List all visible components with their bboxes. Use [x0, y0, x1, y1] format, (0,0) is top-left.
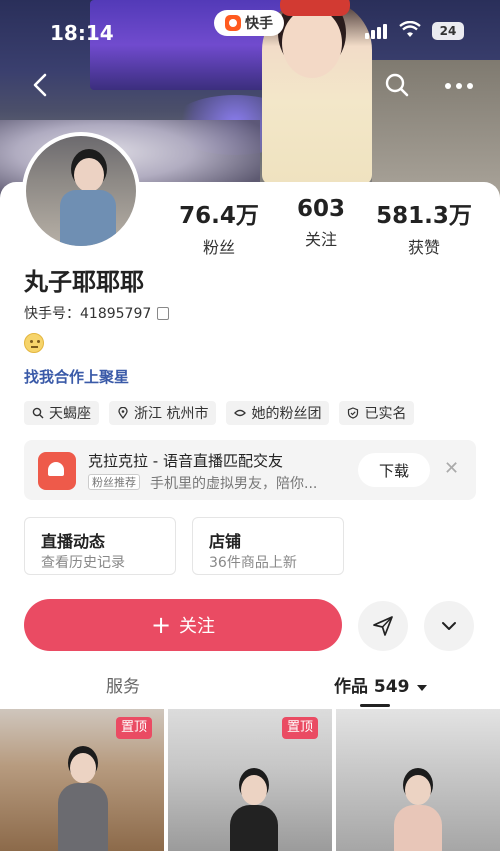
expand-button[interactable]: [424, 601, 474, 651]
stat-fans[interactable]: 76.4万 粉丝: [178, 196, 260, 258]
avatar[interactable]: [22, 132, 140, 250]
video-thumbnail[interactable]: 置顶: [0, 709, 164, 851]
search-icon[interactable]: [384, 72, 410, 98]
cooperation-link[interactable]: 找我合作上聚星: [24, 366, 129, 387]
search-icon: [32, 407, 44, 419]
app-name: 快手: [245, 16, 273, 32]
tag-label: 浙江 杭州市: [134, 406, 209, 422]
video-thumbnail[interactable]: 置顶: [168, 709, 332, 851]
promo-banner[interactable]: 克拉克拉 - 语音直播匹配交友 粉丝推荐 手机里的虚拟男友，陪你... 下载 ✕: [24, 440, 476, 500]
tab-services[interactable]: 服务: [106, 672, 140, 697]
wifi-icon: [399, 21, 421, 37]
smile-emoji-icon: [24, 333, 44, 353]
tag-fan-group[interactable]: 她的粉丝团: [226, 401, 330, 425]
cellular-signal-icon: [365, 24, 387, 39]
avatar-face: [74, 158, 104, 192]
more-options-icon[interactable]: [444, 82, 474, 90]
avatar-body: [60, 190, 116, 246]
follow-label: 关注: [179, 616, 216, 637]
kuaishou-id-text: 快手号：41895797: [24, 306, 152, 322]
box-title: 店铺: [209, 532, 242, 551]
stat-value: 603: [296, 196, 345, 222]
tag-verified[interactable]: 已实名: [339, 401, 415, 425]
active-tab-indicator: [360, 704, 390, 707]
close-icon[interactable]: ✕: [444, 458, 459, 479]
stat-value: 76.4万: [179, 203, 259, 229]
tab-works-label: 作品 549: [334, 677, 410, 697]
promo-app-icon: [38, 452, 76, 490]
app-indicator: 快手: [214, 10, 284, 36]
profile-page: 18:14 快手 24 76.4万 粉丝 603 关注 581.3万 获赞 丸子…: [0, 0, 500, 851]
pinned-badge: 置顶: [282, 717, 319, 739]
tag-label: 她的粉丝团: [251, 406, 322, 422]
video-thumbnail[interactable]: [336, 709, 500, 851]
follow-button[interactable]: + 关注: [24, 599, 342, 651]
box-title: 直播动态: [41, 532, 106, 551]
battery-indicator: 24: [432, 22, 464, 40]
thumbnail-person: [58, 753, 108, 851]
location-icon: [118, 407, 128, 419]
stat-value: 581.3万: [376, 203, 472, 229]
thumbnail-person-head: [405, 775, 431, 805]
profile-tags: 天蝎座 浙江 杭州市 她的粉丝团 已实名: [24, 401, 415, 425]
stat-following[interactable]: 603 关注: [290, 196, 352, 250]
tab-works[interactable]: 作品 549: [334, 672, 428, 697]
box-subtitle: 查看历史记录: [41, 555, 125, 571]
thumbnail-person-head: [241, 775, 267, 805]
back-icon[interactable]: [28, 72, 54, 98]
shop-box[interactable]: 店铺 36件商品上新: [192, 517, 344, 575]
promo-title: 克拉克拉 - 语音直播匹配交友: [88, 452, 283, 470]
pinned-badge: 置顶: [116, 717, 153, 739]
tag-label: 已实名: [364, 406, 407, 422]
stat-label: 粉丝: [202, 238, 235, 257]
status-time: 18:14: [50, 21, 114, 45]
promo-description: 手机里的虚拟男友，陪你...: [150, 476, 318, 492]
kuaishou-id: 快手号：41895797: [24, 303, 170, 323]
plus-icon: +: [150, 611, 172, 639]
status-bar: 18:14 快手 24: [0, 0, 500, 56]
profile-name: 丸子耶耶耶: [24, 268, 144, 296]
stat-label: 获赞: [407, 238, 440, 257]
thumbnail-person: [394, 775, 442, 851]
copy-icon[interactable]: [157, 306, 170, 320]
stat-label: 关注: [304, 230, 337, 249]
live-history-box[interactable]: 直播动态 查看历史记录: [24, 517, 176, 575]
works-grid: 置顶 置顶: [0, 709, 500, 851]
tag-location[interactable]: 浙江 杭州市: [109, 401, 217, 425]
tag-label: 天蝎座: [49, 406, 91, 422]
fan-group-icon: [234, 409, 247, 417]
tag-zodiac[interactable]: 天蝎座: [24, 401, 99, 425]
thumbnail-person-head: [70, 753, 96, 783]
chevron-down-icon: [442, 622, 456, 630]
share-button[interactable]: [358, 601, 408, 651]
promo-badge: 粉丝推荐: [88, 474, 140, 490]
kuaishou-logo-icon: [225, 15, 241, 31]
download-button[interactable]: 下载: [358, 453, 430, 487]
thumbnail-person: [230, 775, 278, 851]
stat-likes[interactable]: 581.3万 获赞: [376, 196, 472, 258]
caret-down-icon: [417, 685, 428, 691]
send-icon: [373, 616, 393, 636]
box-subtitle: 36件商品上新: [209, 555, 297, 571]
verified-shield-icon: [348, 407, 359, 419]
